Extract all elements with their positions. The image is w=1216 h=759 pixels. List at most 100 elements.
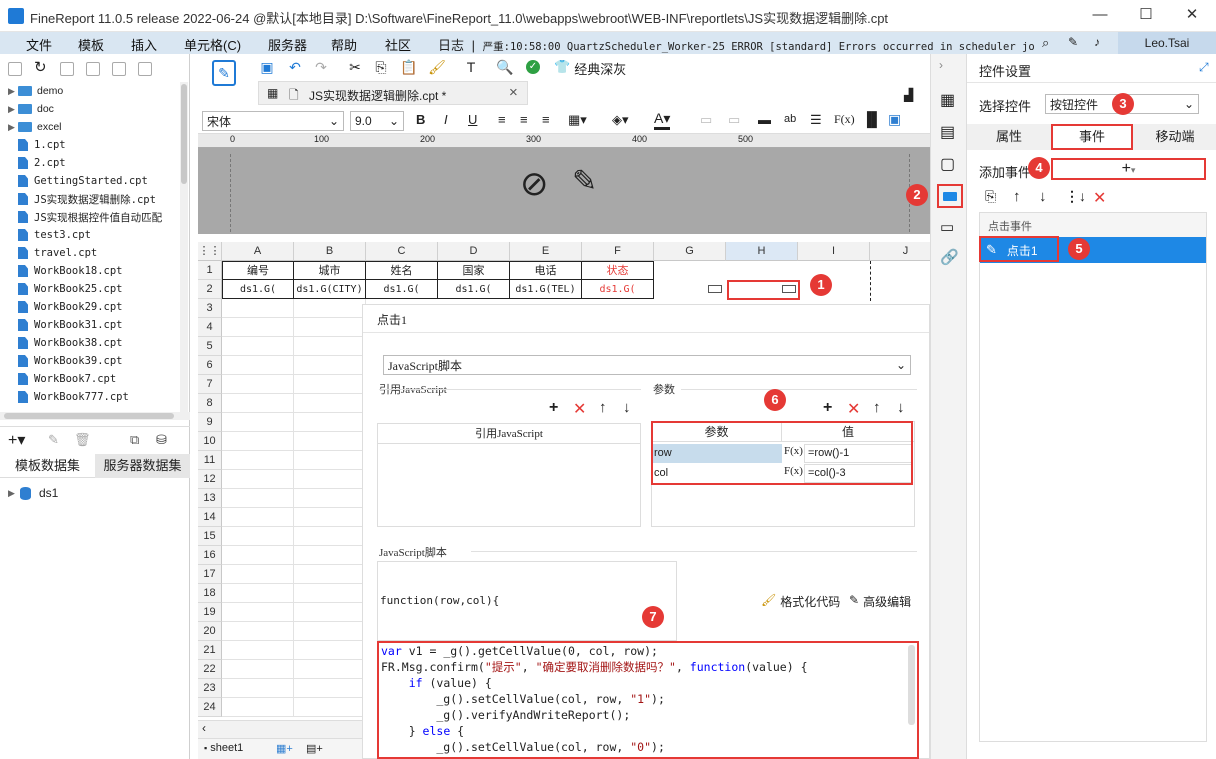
minimize-button[interactable]: — bbox=[1088, 4, 1112, 26]
collapse-right-icon[interactable]: › bbox=[939, 58, 943, 72]
cut-icon[interactable]: ✂ bbox=[346, 58, 364, 76]
data-cell[interactable]: ds1.G( bbox=[366, 280, 438, 299]
tab-server-dataset[interactable]: 服务器数据集 bbox=[95, 454, 190, 478]
empty-cell[interactable] bbox=[222, 679, 294, 698]
settings-icon[interactable] bbox=[86, 62, 100, 76]
close-button[interactable]: ✕ bbox=[1180, 4, 1204, 26]
tree-file[interactable]: travel.cpt bbox=[8, 244, 97, 262]
merge-icon[interactable]: ▭ bbox=[700, 112, 712, 128]
edit-icon[interactable]: ✎ bbox=[1068, 35, 1078, 49]
paragraph-icon[interactable]: ☰ bbox=[810, 112, 822, 128]
column-header[interactable]: J bbox=[870, 242, 930, 261]
column-header[interactable]: F bbox=[582, 242, 654, 261]
unmerge-icon[interactable]: ▭ bbox=[728, 112, 740, 128]
empty-cell[interactable] bbox=[222, 698, 294, 717]
empty-cell[interactable] bbox=[222, 508, 294, 527]
move-bottom-icon[interactable]: ⋮↓ bbox=[1065, 188, 1086, 205]
empty-cell[interactable] bbox=[294, 356, 366, 375]
script-type-select[interactable]: JavaScript脚本 ⌄ bbox=[383, 355, 911, 375]
header-cell[interactable]: 姓名 bbox=[366, 261, 438, 280]
bell-icon[interactable]: ♪ bbox=[1094, 35, 1100, 49]
move-down-icon[interactable]: ↓ bbox=[1039, 188, 1047, 205]
font-color-icon[interactable]: A▾ bbox=[654, 110, 671, 130]
empty-cell[interactable] bbox=[222, 394, 294, 413]
column-header[interactable]: C bbox=[366, 242, 438, 261]
empty-cell[interactable] bbox=[222, 356, 294, 375]
move-down-icon[interactable]: ↓ bbox=[623, 399, 631, 416]
button-widget[interactable] bbox=[708, 285, 722, 293]
edit-icon[interactable]: ✎ bbox=[48, 432, 59, 448]
button-widget[interactable] bbox=[782, 285, 796, 293]
column-header[interactable]: I bbox=[798, 242, 870, 261]
text-style-icon[interactable]: ab bbox=[784, 113, 796, 125]
tree-file[interactable]: WorkBook777.cpt bbox=[8, 388, 129, 406]
float-element-icon[interactable]: ▢ bbox=[940, 154, 955, 174]
hyperlink-attr-icon[interactable]: ▭ bbox=[940, 218, 954, 236]
tree-file[interactable]: WorkBook29.cpt bbox=[8, 298, 123, 316]
row-header[interactable]: 12 bbox=[198, 470, 222, 489]
param-up-icon[interactable]: ↑ bbox=[873, 399, 881, 416]
header-cell[interactable]: 编号 bbox=[222, 261, 294, 280]
empty-cell[interactable] bbox=[294, 489, 366, 508]
formula-icon[interactable]: F(x) bbox=[834, 112, 855, 127]
text-icon[interactable]: T bbox=[462, 58, 480, 76]
row-header[interactable]: 9 bbox=[198, 413, 222, 432]
hide-icon[interactable]: ⊘ bbox=[520, 164, 549, 204]
locate-icon[interactable] bbox=[60, 62, 74, 76]
tree-file[interactable]: 2.cpt bbox=[8, 154, 66, 172]
row-header[interactable]: 11 bbox=[198, 451, 222, 470]
column-header[interactable]: G bbox=[654, 242, 726, 261]
delete-param-icon[interactable]: ✕ bbox=[847, 399, 860, 419]
empty-cell[interactable] bbox=[294, 470, 366, 489]
tree-file[interactable]: 1.cpt bbox=[8, 136, 66, 154]
row-header[interactable]: 4 bbox=[198, 318, 222, 337]
menu-community[interactable]: 社区 bbox=[385, 35, 411, 54]
header-cell[interactable]: 电话 bbox=[510, 261, 582, 280]
hscroll[interactable]: ‹ bbox=[198, 720, 362, 738]
align-center-icon[interactable]: ≡ bbox=[520, 112, 528, 127]
menu-insert[interactable]: 插入 bbox=[131, 35, 157, 54]
row-header[interactable]: 10 bbox=[198, 432, 222, 451]
font-family-select[interactable]: 宋体 ⌄ bbox=[202, 111, 344, 131]
pin-icon[interactable]: ⤢ bbox=[1199, 60, 1209, 75]
move-up-icon[interactable]: ↑ bbox=[599, 399, 607, 416]
tree-hscroll[interactable] bbox=[0, 412, 190, 420]
empty-cell[interactable] bbox=[294, 584, 366, 603]
header-cell[interactable]: 状态 bbox=[582, 261, 654, 280]
move-up-icon[interactable]: ↑ bbox=[1013, 188, 1021, 205]
image-icon[interactable]: ▣ bbox=[888, 111, 901, 128]
add-icon[interactable]: +▾ bbox=[8, 430, 25, 450]
empty-cell[interactable] bbox=[222, 470, 294, 489]
row-header[interactable]: 7 bbox=[198, 375, 222, 394]
new-folder-icon[interactable] bbox=[8, 62, 22, 76]
undo-icon[interactable]: ↶ bbox=[286, 58, 304, 76]
empty-cell[interactable] bbox=[294, 413, 366, 432]
column-header[interactable]: B bbox=[294, 242, 366, 261]
collapse-icon[interactable] bbox=[138, 62, 152, 76]
refresh-icon[interactable]: ↻ bbox=[34, 58, 47, 76]
delete-icon[interactable]: ✕ bbox=[1093, 188, 1106, 208]
align-left-icon[interactable]: ≡ bbox=[498, 112, 506, 127]
widget-settings-icon[interactable] bbox=[937, 184, 963, 208]
trash-icon[interactable]: 🗑 bbox=[74, 432, 91, 448]
empty-cell[interactable] bbox=[294, 432, 366, 451]
empty-cell[interactable] bbox=[294, 641, 366, 660]
param-down-icon[interactable]: ↓ bbox=[897, 399, 905, 416]
code-scrollbar[interactable] bbox=[908, 645, 915, 725]
row-header[interactable]: 20 bbox=[198, 622, 222, 641]
data-cell[interactable]: ds1.G(CITY) bbox=[294, 280, 366, 299]
corner-cell[interactable]: ⋮⋮ bbox=[198, 242, 222, 261]
empty-cell[interactable] bbox=[222, 413, 294, 432]
menu-cell[interactable]: 单元格(C) bbox=[184, 35, 241, 54]
link-icon[interactable]: 🔗 bbox=[940, 248, 959, 266]
data-cell[interactable]: ds1.G( bbox=[438, 280, 510, 299]
edit-pencil-icon[interactable]: ✎ bbox=[572, 164, 597, 199]
condition-icon[interactable]: ▤ bbox=[940, 122, 955, 142]
empty-cell[interactable] bbox=[222, 299, 294, 318]
empty-cell[interactable] bbox=[222, 603, 294, 622]
empty-cell[interactable] bbox=[222, 337, 294, 356]
empty-cell[interactable] bbox=[222, 489, 294, 508]
format-brush-icon[interactable]: 🖌 bbox=[428, 58, 446, 76]
empty-cell[interactable] bbox=[222, 584, 294, 603]
add-sheet-icon[interactable]: ▦+ bbox=[276, 742, 293, 755]
